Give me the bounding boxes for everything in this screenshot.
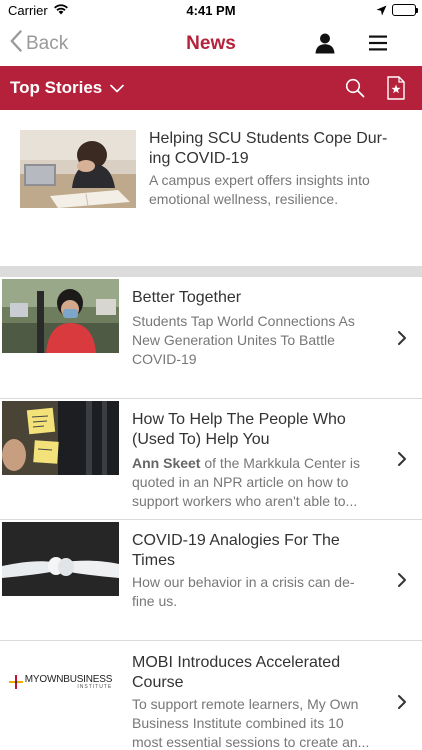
mobi-logo-subtext: INSTITUTE: [77, 683, 113, 690]
news-list-item[interactable]: Better Together Students Tap World Conne…: [0, 277, 422, 399]
chevron-left-icon: [10, 30, 26, 58]
navigation-bar: Back News: [0, 22, 422, 66]
story-summary: Ann Skeet of the Markkula Center is quot…: [132, 454, 377, 511]
mobi-logo-mark: [8, 675, 23, 689]
section-header: Top Stories: [0, 66, 422, 110]
chevron-right-icon: [397, 330, 407, 346]
back-label: Back: [26, 33, 69, 54]
news-list-item[interactable]: How To Help The People Who (Used To) Hel…: [0, 399, 422, 520]
clock: 4:41 PM: [186, 3, 236, 18]
story-summary-highlight: Ann Skeet: [132, 455, 201, 471]
story-summary: To support remote learners, My Own Busin…: [132, 696, 370, 750]
section-selector[interactable]: Top Stories: [10, 78, 125, 98]
mobi-logo-text: MYOWNBUSINESS: [24, 673, 113, 685]
story-title: Better Together: [132, 289, 242, 306]
story-summary: How our behavior in a crisis can de-fine…: [132, 574, 355, 609]
bookmark-star-icon[interactable]: [387, 76, 405, 100]
section-title: Top Stories: [10, 78, 103, 97]
news-list-item[interactable]: MYOWNBUSINESS INSTITUTE MOBI Introduces …: [0, 641, 422, 750]
featured-story-title: Helping SCU Students Cope Dur-ing COVID-…: [149, 130, 388, 167]
chevron-right-icon: [397, 694, 407, 710]
status-bar: Carrier 4:41 PM: [0, 0, 422, 22]
story-image: [2, 401, 119, 475]
section-divider: [0, 266, 422, 277]
mobi-logo: MYOWNBUSINESS INSTITUTE: [2, 643, 119, 717]
story-summary: Students Tap World Connections As New Ge…: [132, 313, 355, 367]
story-title: MOBI Introduces Accelerated Course: [132, 654, 341, 691]
back-button[interactable]: Back: [10, 30, 69, 58]
featured-story[interactable]: Helping SCU Students Cope Dur-ing COVID-…: [0, 110, 422, 266]
story-image: [2, 279, 119, 353]
battery-icon: [392, 4, 418, 16]
featured-story-summary: A campus expert offers insights into emo…: [149, 172, 370, 207]
chevron-right-icon: [397, 451, 407, 467]
featured-story-image: [20, 130, 136, 208]
search-icon[interactable]: [345, 78, 365, 98]
chevron-down-icon: [102, 78, 125, 98]
story-title: COVID-19 Analogies For The Times: [132, 532, 340, 569]
news-list-item[interactable]: COVID-19 Analogies For The Times How our…: [0, 520, 422, 641]
location-arrow-icon: [376, 4, 387, 19]
story-image: [2, 522, 119, 596]
story-title: How To Help The People Who (Used To) Hel…: [132, 411, 346, 448]
chevron-right-icon: [397, 572, 407, 588]
user-icon[interactable]: [314, 32, 336, 54]
hamburger-menu-icon[interactable]: [368, 34, 388, 52]
